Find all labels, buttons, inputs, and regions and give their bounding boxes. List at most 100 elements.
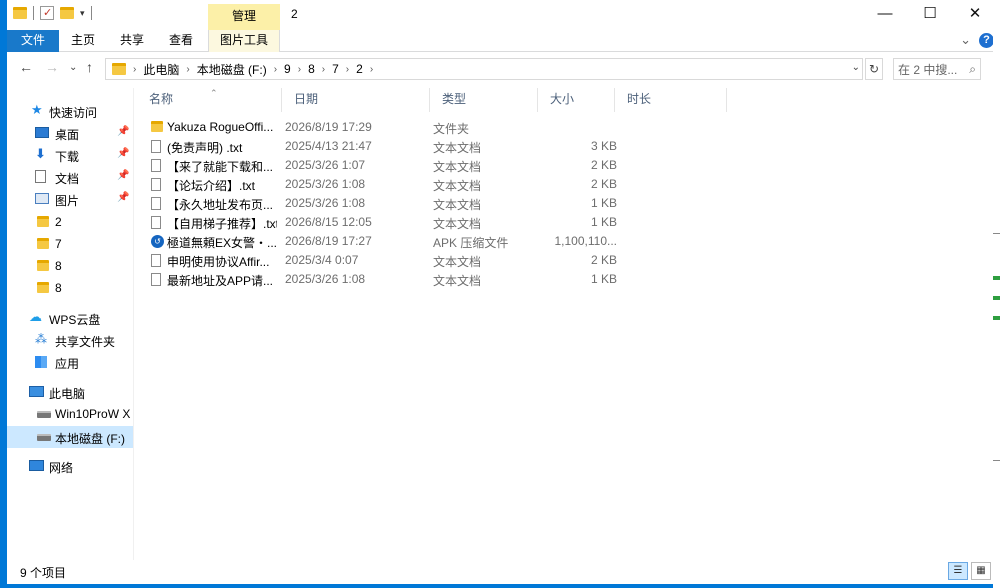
chevron-right-icon[interactable]: › <box>370 64 373 75</box>
pin-icon: 📌 <box>117 126 130 137</box>
nav-item-drive-f[interactable]: 本地磁盘 (F:) <box>7 426 133 448</box>
file-date: 2025/3/4 0:07 <box>285 253 359 267</box>
tab-share[interactable]: 共享 <box>112 30 152 52</box>
download-icon: ⬇ <box>35 146 46 161</box>
nav-label: 共享文件夹 <box>55 335 116 349</box>
expand-ribbon-icon[interactable]: ⌄ <box>960 32 971 48</box>
file-row[interactable]: 申明使用协议Affir... 2025/3/4 0:07 文本文档 2 KB <box>147 251 617 270</box>
folder-icon <box>13 7 27 19</box>
column-header-name[interactable]: ⌃ 名称 <box>137 88 282 112</box>
pane-divider[interactable] <box>133 88 134 560</box>
nav-item-pictures[interactable]: 图片 📌 <box>7 188 133 210</box>
pin-icon: 📌 <box>117 170 130 181</box>
tab-home[interactable]: 主页 <box>63 30 103 52</box>
column-header-size[interactable]: 大小 <box>538 88 615 112</box>
folder-icon <box>37 216 49 227</box>
file-row[interactable]: 【论坛介绍】.txt 2025/3/26 1:08 文本文档 2 KB <box>147 175 617 194</box>
recent-locations-icon[interactable]: ⌄ <box>69 62 77 73</box>
file-type: 文本文档 <box>433 217 482 231</box>
chevron-right-icon[interactable]: › <box>346 64 349 75</box>
folder-icon <box>37 260 49 271</box>
refresh-button[interactable]: ↻ <box>865 58 883 80</box>
maximize-button[interactable]: ☐ <box>907 0 953 30</box>
file-type: 文本文档 <box>433 255 482 269</box>
file-name: 【自用梯子推荐】.txt <box>167 217 277 231</box>
nav-item-folder-8b[interactable]: 8 <box>7 277 133 299</box>
nav-this-pc[interactable]: 此电脑 <box>7 381 133 403</box>
chevron-right-icon[interactable]: › <box>298 64 301 75</box>
drive-icon <box>37 434 51 441</box>
file-row[interactable]: 最新地址及APP请... 2025/3/26 1:08 文本文档 1 KB <box>147 270 617 289</box>
chevron-right-icon[interactable]: › <box>133 64 136 75</box>
nav-item-shared-folder[interactable]: ⁂ 共享文件夹 <box>7 329 133 351</box>
tab-manage[interactable]: 管理 <box>208 4 280 30</box>
nav-item-drive-c[interactable]: Win10ProW X <box>7 403 133 425</box>
nav-item-folder-2[interactable]: 2 <box>7 211 133 233</box>
tab-picture-tools[interactable]: 图片工具 <box>208 30 280 52</box>
file-row[interactable]: ↺ 極道無頼EX女警・... 2026/8/19 17:27 APK 压缩文件 … <box>147 232 617 251</box>
file-size: 1 KB <box>590 272 617 286</box>
back-arrow-icon[interactable]: ← <box>19 59 33 75</box>
nav-label: 下载 <box>55 150 80 164</box>
nav-network[interactable]: 网络 <box>7 455 133 477</box>
column-label: 时长 <box>627 92 652 106</box>
column-label: 类型 <box>442 92 467 106</box>
column-header-type[interactable]: 类型 <box>430 88 538 112</box>
file-name: (免责声明) .txt <box>167 141 243 155</box>
star-icon: ★ <box>31 102 43 117</box>
folder-icon <box>37 282 49 293</box>
search-input[interactable]: 在 2 中搜... ⌕ <box>893 58 981 80</box>
close-button[interactable]: ✕ <box>952 0 998 30</box>
file-type: 文件夹 <box>433 122 470 136</box>
file-row[interactable]: 【来了就能下载和... 2025/3/26 1:07 文本文档 2 KB <box>147 156 617 175</box>
nav-label: WPS云盘 <box>49 313 101 327</box>
address-bar[interactable]: › 此电脑 › 本地磁盘 (F:) › 9 › 8 › 7 › 2 › ⌄ <box>105 58 863 80</box>
breadcrumb-8[interactable]: 8 <box>308 62 315 76</box>
file-row[interactable]: 【自用梯子推荐】.txt 2026/8/15 12:05 文本文档 1 KB <box>147 213 617 232</box>
up-arrow-icon[interactable]: ↑ <box>86 59 93 75</box>
file-name: 【永久地址发布页... <box>167 198 274 212</box>
file-date: 2025/3/26 1:07 <box>285 158 366 172</box>
window-title: 2 <box>291 7 298 21</box>
column-header-date[interactable]: 日期 <box>282 88 430 112</box>
file-size: 1,100,110... <box>554 234 618 248</box>
background-accent <box>993 296 1000 300</box>
breadcrumb-7[interactable]: 7 <box>332 62 339 76</box>
large-icons-view-icon[interactable]: ▦ <box>971 562 991 580</box>
nav-item-folder-7[interactable]: 7 <box>7 233 133 255</box>
network-icon <box>29 460 44 471</box>
minimize-button[interactable]: — <box>862 0 908 30</box>
details-view-icon[interactable]: ☰ <box>948 562 968 580</box>
chevron-right-icon[interactable]: › <box>186 64 189 75</box>
nav-item-desktop[interactable]: 桌面 📌 <box>7 122 133 144</box>
column-header-duration[interactable]: 时长 <box>615 88 727 112</box>
folder-icon <box>37 238 49 249</box>
nav-item-apps[interactable]: 应用 <box>7 351 133 373</box>
chevron-right-icon[interactable]: › <box>322 64 325 75</box>
nav-item-folder-8[interactable]: 8 <box>7 255 133 277</box>
tab-file[interactable]: 文件 <box>7 30 59 52</box>
breadcrumb-9[interactable]: 9 <box>284 62 291 76</box>
file-date: 2025/3/26 1:08 <box>285 196 366 210</box>
customize-toolbar-icon[interactable]: ▾ <box>80 8 85 19</box>
breadcrumb-this-pc[interactable]: 此电脑 <box>143 61 179 78</box>
breadcrumb-2[interactable]: 2 <box>356 62 363 76</box>
file-size: 1 KB <box>590 196 617 210</box>
file-row[interactable]: 【永久地址发布页... 2025/3/26 1:08 文本文档 1 KB <box>147 194 617 213</box>
text-file-icon <box>151 197 161 210</box>
file-date: 2025/3/26 1:08 <box>285 272 366 286</box>
breadcrumb-drive-f[interactable]: 本地磁盘 (F:) <box>197 61 267 78</box>
file-row[interactable]: Yakuza RogueOffi... 2026/8/19 17:29 文件夹 <box>147 118 617 137</box>
tab-view[interactable]: 查看 <box>161 30 201 52</box>
chevron-right-icon[interactable]: › <box>274 64 277 75</box>
nav-wps-cloud[interactable]: ☁ WPS云盘 <box>7 307 133 329</box>
nav-item-documents[interactable]: 文档 📌 <box>7 166 133 188</box>
file-row[interactable]: (免责声明) .txt 2025/4/13 21:47 文本文档 3 KB <box>147 137 617 156</box>
nav-item-downloads[interactable]: ⬇ 下载 📌 <box>7 144 133 166</box>
new-folder-icon[interactable] <box>60 7 74 19</box>
properties-icon[interactable] <box>40 6 54 20</box>
nav-quick-access[interactable]: ★ 快速访问 <box>7 100 133 122</box>
help-icon[interactable]: ? <box>979 32 994 48</box>
address-history-dropdown-icon[interactable]: ⌄ <box>852 62 860 73</box>
forward-arrow-icon[interactable]: → <box>45 59 59 75</box>
